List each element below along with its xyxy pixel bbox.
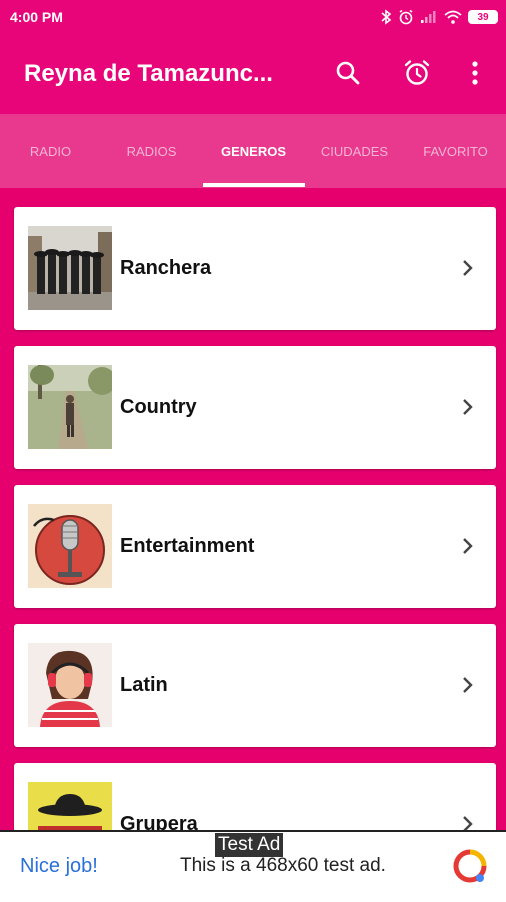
more-vert-icon (472, 61, 478, 85)
more-options-button[interactable] (458, 56, 492, 90)
search-button[interactable] (331, 56, 365, 90)
genre-label: Latin (120, 674, 168, 696)
headphones-girl-photo (28, 643, 112, 727)
alarm-icon (399, 9, 413, 25)
alarm-button[interactable] (400, 56, 434, 90)
bluetooth-icon (381, 9, 392, 25)
mariachi-photo (28, 226, 112, 310)
tab-generos[interactable]: GENEROS (203, 114, 304, 188)
search-icon (336, 61, 360, 85)
tab-radio[interactable]: RADIO (0, 114, 101, 188)
chevron-right-icon (463, 538, 473, 554)
genre-label: Ranchera (120, 257, 212, 279)
genre-label: Entertainment (120, 535, 255, 557)
tab-radios[interactable]: RADIOS (101, 114, 202, 188)
status-time: 4:00 PM (10, 9, 63, 25)
chevron-right-icon (463, 260, 473, 276)
ad-text: This is a 468x60 test ad. (180, 855, 386, 876)
app-bar: Reyna de Tamazunc... (0, 34, 506, 114)
genre-item-ranchera[interactable]: Ranchera (14, 207, 496, 330)
tab-ciudades[interactable]: CIUDADES (304, 114, 405, 188)
app-title: Reyna de Tamazunc... (24, 60, 273, 87)
battery-icon: 39 (468, 10, 498, 24)
signal-icon (421, 11, 436, 23)
alarm-clock-icon (404, 60, 430, 85)
status-bar: 4:00 PM 39 (0, 0, 506, 34)
genre-item-country[interactable]: Country (14, 346, 496, 469)
ad-headline: Nice job! (20, 855, 98, 877)
tab-bar: RADIO RADIOS GENEROS CIUDADES FAVORITO (0, 114, 506, 188)
genre-label: Country (120, 396, 197, 418)
genre-item-latin[interactable]: Latin (14, 624, 496, 747)
tab-favorito[interactable]: FAVORITO (405, 114, 506, 188)
status-icons: 39 (380, 7, 498, 27)
ad-choices-logo-icon[interactable] (452, 848, 488, 884)
test-ad-badge: Test Ad (215, 833, 284, 857)
tab-indicator (203, 183, 305, 187)
chevron-right-icon (463, 399, 473, 415)
wifi-icon (444, 10, 462, 24)
chevron-right-icon (463, 677, 473, 693)
genre-item-entertainment[interactable]: Entertainment (14, 485, 496, 608)
road-photo (28, 365, 112, 449)
microphone-photo (28, 504, 112, 588)
